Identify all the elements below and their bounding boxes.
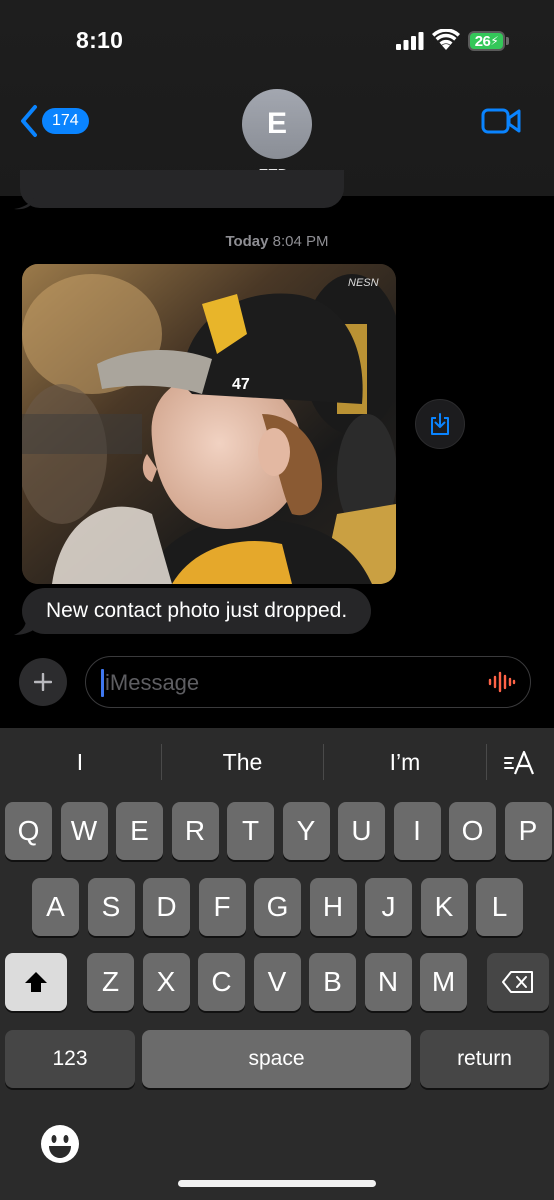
return-key[interactable]: return [420, 1030, 549, 1088]
video-camera-icon[interactable] [481, 107, 521, 135]
key-o[interactable]: O [449, 802, 496, 860]
contact-avatar[interactable]: E [242, 89, 312, 159]
key-x[interactable]: X [142, 953, 190, 1011]
key-q[interactable]: Q [5, 802, 52, 860]
emoji-icon[interactable] [40, 1124, 80, 1164]
apps-plus-button[interactable] [19, 658, 67, 706]
key-d[interactable]: D [143, 878, 190, 936]
key-u[interactable]: U [338, 802, 385, 860]
key-r[interactable]: R [171, 802, 219, 860]
contact-photo-attachment[interactable]: 47 NESN [22, 264, 396, 584]
plus-icon [34, 673, 52, 691]
key-c[interactable]: C [198, 953, 245, 1011]
key-l[interactable]: L [476, 878, 523, 936]
back-chevron-icon [21, 105, 37, 137]
key-g[interactable]: G [254, 878, 301, 936]
dictation-waveform-icon[interactable] [487, 671, 517, 693]
key-p[interactable]: P [504, 802, 552, 860]
key-a[interactable]: A [32, 878, 79, 936]
signal-icon [396, 32, 424, 50]
photo-watermark: NESN [348, 277, 379, 289]
text-cursor [101, 669, 104, 697]
key-m[interactable]: M [420, 953, 467, 1011]
key-i[interactable]: I [393, 802, 441, 860]
key-z[interactable]: Z [87, 953, 134, 1011]
delete-key[interactable] [487, 953, 549, 1011]
suggestion-1[interactable]: I [0, 744, 160, 780]
numbers-key[interactable]: 123 [5, 1030, 135, 1088]
text-format-icon[interactable] [504, 750, 536, 776]
battery-icon: 26 ⚡ [468, 31, 510, 51]
suggestion-3[interactable]: I’m [324, 744, 486, 780]
key-y[interactable]: Y [282, 802, 330, 860]
back-button[interactable]: 174 [18, 104, 89, 138]
previous-message-bubble[interactable] [20, 170, 344, 208]
key-s[interactable]: S [87, 878, 135, 936]
imessage-input-field[interactable] [85, 656, 531, 708]
bubble-tail [14, 620, 36, 635]
message-bubble[interactable]: New contact photo just dropped. [22, 588, 372, 634]
messages-screen: 8:10 26⚡ 174 E ETD› [0, 0, 554, 1200]
predictive-bar: I The I’m [0, 728, 554, 798]
key-h[interactable]: H [309, 878, 357, 936]
cap-logo: 47 [232, 376, 250, 393]
unread-count-badge: 174 [42, 108, 89, 134]
home-indicator[interactable] [178, 1180, 376, 1187]
key-f[interactable]: F [198, 878, 246, 936]
key-j[interactable]: J [365, 878, 412, 936]
wifi-icon [432, 29, 460, 50]
status-time: 8:10 [76, 27, 124, 53]
save-download-icon [431, 413, 449, 435]
conversation-header: 8:10 26⚡ 174 E ETD› [0, 0, 554, 196]
key-k[interactable]: K [420, 878, 468, 936]
key-v[interactable]: V [253, 953, 301, 1011]
shift-icon [25, 972, 47, 992]
space-key[interactable]: space [142, 1030, 411, 1088]
suggestion-2[interactable]: The [162, 744, 323, 780]
key-b[interactable]: B [309, 953, 356, 1011]
message-input[interactable] [105, 670, 465, 696]
bubble-tail [14, 198, 34, 210]
key-w[interactable]: W [60, 802, 108, 860]
key-e[interactable]: E [116, 802, 163, 860]
battery-level: 26 ⚡ [468, 31, 505, 51]
delete-icon [502, 971, 533, 993]
key-n[interactable]: N [364, 953, 412, 1011]
shift-key[interactable] [5, 953, 67, 1011]
message-timestamp: Today 8:04 PM [225, 233, 329, 250]
key-t[interactable]: T [227, 802, 274, 860]
save-photo-button[interactable] [415, 399, 465, 449]
